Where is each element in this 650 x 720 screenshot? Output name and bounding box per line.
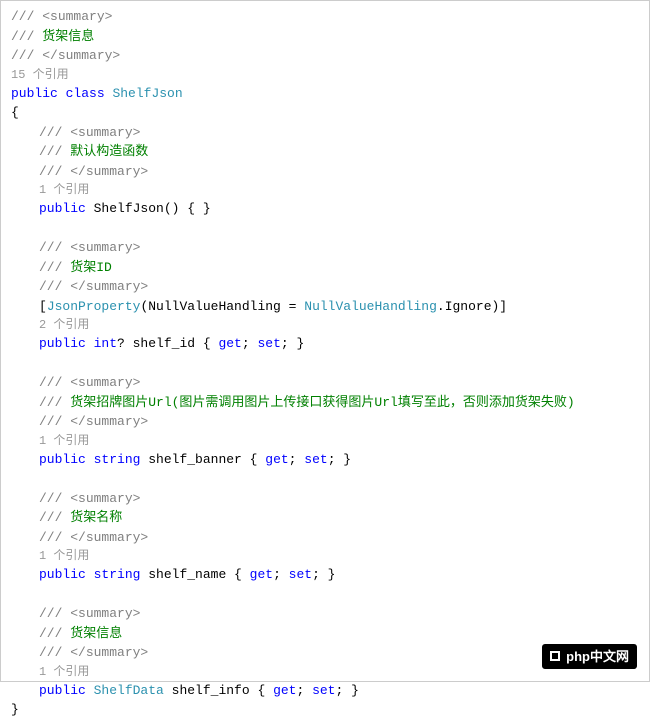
brace: }	[11, 700, 639, 720]
xml-doc-line: /// </summary>	[11, 46, 639, 66]
xml-doc-line: /// 默认构造函数	[11, 142, 639, 162]
php-logo-icon	[550, 651, 560, 661]
xml-doc-line: /// <summary>	[11, 489, 639, 509]
watermark-badge: php中文网	[542, 644, 637, 670]
xml-doc-line: /// 货架信息	[11, 27, 639, 47]
xml-doc-line: /// </summary>	[11, 528, 639, 548]
xml-doc-line: /// </summary>	[11, 162, 639, 182]
code-editor[interactable]: /// <summary> /// 货架信息 /// </summary> 15…	[11, 7, 639, 720]
codelens-references[interactable]: 1 个引用	[11, 547, 639, 565]
codelens-references[interactable]: 2 个引用	[11, 316, 639, 334]
xml-doc-line: /// <summary>	[11, 373, 639, 393]
xml-doc-line: /// 货架信息	[11, 624, 639, 644]
property-declaration: public int? shelf_id { get; set; }	[11, 334, 639, 354]
attribute-line: [JsonProperty(NullValueHandling = NullVa…	[11, 297, 639, 317]
watermark-text: php中文网	[566, 647, 629, 667]
xml-doc-line: /// </summary>	[11, 412, 639, 432]
xml-doc-line: /// </summary>	[11, 277, 639, 297]
class-declaration: public class ShelfJson	[11, 84, 639, 104]
xml-doc-line: /// 货架招牌图片Url(图片需调用图片上传接口获得图片Url填写至此，否则添…	[11, 393, 639, 413]
brace: {	[11, 103, 639, 123]
property-declaration: public ShelfData shelf_info { get; set; …	[11, 681, 639, 701]
xml-doc-line: /// <summary>	[11, 7, 639, 27]
xml-doc-line: /// 货架ID	[11, 258, 639, 278]
xml-doc-line: /// <summary>	[11, 123, 639, 143]
ctor-declaration: public ShelfJson() { }	[11, 199, 639, 219]
xml-doc-line: /// <summary>	[11, 238, 639, 258]
codelens-references[interactable]: 1 个引用	[11, 181, 639, 199]
codelens-references[interactable]: 1 个引用	[11, 432, 639, 450]
codelens-references[interactable]: 15 个引用	[11, 66, 639, 84]
xml-doc-line: /// 货架名称	[11, 508, 639, 528]
property-declaration: public string shelf_name { get; set; }	[11, 565, 639, 585]
property-declaration: public string shelf_banner { get; set; }	[11, 450, 639, 470]
xml-doc-line: /// <summary>	[11, 604, 639, 624]
